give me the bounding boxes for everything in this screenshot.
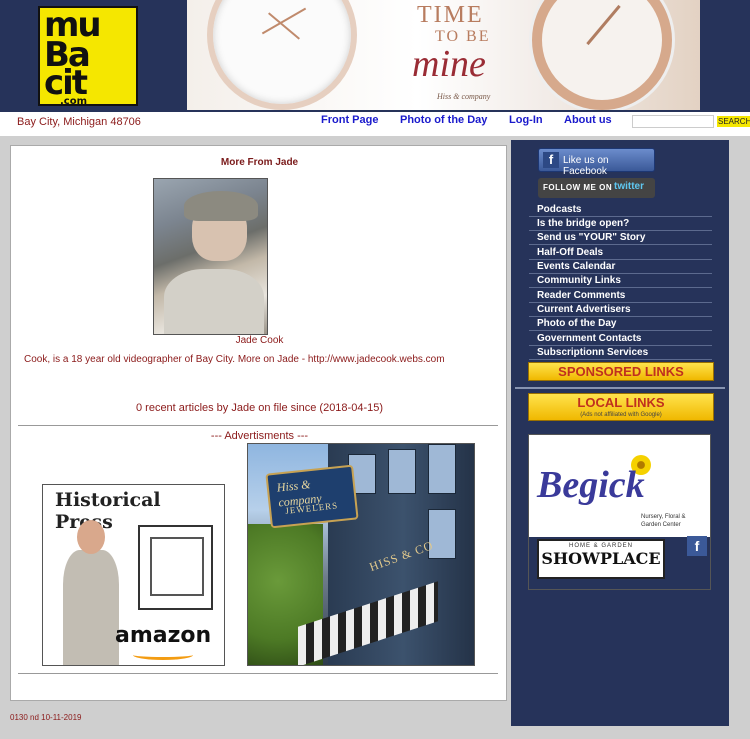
site-logo[interactable]: mu Ba cit .com	[38, 6, 138, 106]
begick-subtitle: Nursery, Floral & Garden Center	[641, 514, 686, 528]
search-input[interactable]	[632, 115, 714, 128]
amazon-logo: amazon	[115, 623, 212, 648]
showplace-logo: HOME & GARDEN SHOWPLACE	[537, 539, 665, 579]
facebook-icon: f	[543, 152, 559, 168]
local-links-note: (Ads not affiliated with Google)	[580, 412, 662, 418]
watch-image	[532, 0, 672, 110]
main-content: More From Jade Jade Cook Cook, is a 18 y…	[10, 145, 507, 701]
twitter-icon: twitter	[614, 181, 644, 192]
header-banner-ad[interactable]: TIME TO BE mine Hiss & company	[187, 0, 700, 110]
nav-link-photo-of-the-day[interactable]: Photo of the Day	[400, 114, 487, 126]
facebook-label: Like us on Facebook	[563, 155, 609, 177]
sidebar-link-subscription-services[interactable]: Subscriptionn Services	[529, 346, 712, 360]
nav-link-about-us[interactable]: About us	[564, 114, 612, 126]
site-header: mu Ba cit .com TIME TO BE mine Hiss & co…	[0, 0, 750, 112]
page-title: More From Jade	[220, 157, 299, 168]
twitter-follow-button[interactable]: FOLLOW ME ON twitter	[538, 178, 655, 198]
divider	[18, 425, 498, 426]
twitter-label: FOLLOW ME ON	[543, 183, 613, 192]
logo-line-3: cit	[44, 63, 88, 103]
sponsored-links-heading: SPONSORED LINKS	[528, 362, 714, 381]
facebook-like-button[interactable]: f Like us on Facebook	[538, 148, 655, 177]
local-links-heading: LOCAL LINKS (Ads not affiliated with Goo…	[528, 393, 714, 421]
jewelers-sign: Hiss & company JEWELERS	[265, 464, 359, 529]
divider	[515, 387, 725, 389]
ad-begick[interactable]: Begick Nursery, Floral & Garden Center HO…	[528, 434, 711, 590]
sidebar: f Like us on Facebook FOLLOW ME ON twitt…	[511, 140, 729, 726]
sidebar-link-send-story[interactable]: Send us "YOUR" Story	[529, 231, 712, 245]
local-links-title: LOCAL LINKS	[577, 395, 665, 410]
author-bio: Cook, is a 18 year old videographer of B…	[24, 354, 445, 365]
sidebar-link-half-off-deals[interactable]: Half-Off Deals	[529, 246, 712, 260]
printing-press-image	[138, 525, 213, 610]
author-photo	[153, 178, 268, 335]
nav-link-front-page[interactable]: Front Page	[321, 114, 378, 126]
sidebar-link-bridge-open[interactable]: Is the bridge open?	[529, 217, 712, 231]
banner-headline: TIME	[417, 2, 484, 28]
sidebar-link-government-contacts[interactable]: Government Contacts	[529, 332, 712, 346]
author-name: Jade Cook	[235, 335, 284, 346]
sidebar-link-events-calendar[interactable]: Events Calendar	[529, 260, 712, 274]
begick-logo: Begick	[537, 464, 645, 506]
ad-hiss-jewelers[interactable]: HISS & CO Hiss & company JEWELERS	[247, 443, 475, 666]
location-text: Bay City, Michigan 48706	[17, 116, 141, 128]
showplace-large: SHOWPLACE	[541, 549, 661, 568]
articles-count: 0 recent articles by Jade on file since …	[135, 402, 384, 414]
search-button[interactable]: SEARCH	[717, 116, 750, 127]
amazon-smile-icon	[133, 650, 193, 660]
banner-tagline: mine	[412, 43, 486, 85]
sidebar-link-current-advertisers[interactable]: Current Advertisers	[529, 303, 712, 317]
sidebar-link-community-links[interactable]: Community Links	[529, 274, 712, 288]
ad-historical-press[interactable]: Historical Press amazon	[42, 484, 225, 666]
logo-line-4: .com	[60, 96, 88, 106]
footer-code: 0130 nd 10-11-2019	[10, 713, 82, 722]
divider	[18, 673, 498, 674]
nav-bar: Bay City, Michigan 48706 Front Page Phot…	[0, 112, 750, 136]
banner-brand: Hiss & company	[437, 92, 491, 101]
sidebar-link-reader-comments[interactable]: Reader Comments	[529, 289, 712, 303]
person-image	[63, 520, 119, 665]
facebook-icon[interactable]: f	[687, 536, 707, 556]
sidebar-link-photo-of-the-day[interactable]: Photo of the Day	[529, 317, 712, 331]
ads-label: --- Advertisments ---	[210, 430, 309, 442]
sidebar-link-podcasts[interactable]: Podcasts	[529, 203, 712, 217]
watch-image	[207, 0, 357, 110]
nav-link-log-in[interactable]: Log-In	[509, 114, 543, 126]
